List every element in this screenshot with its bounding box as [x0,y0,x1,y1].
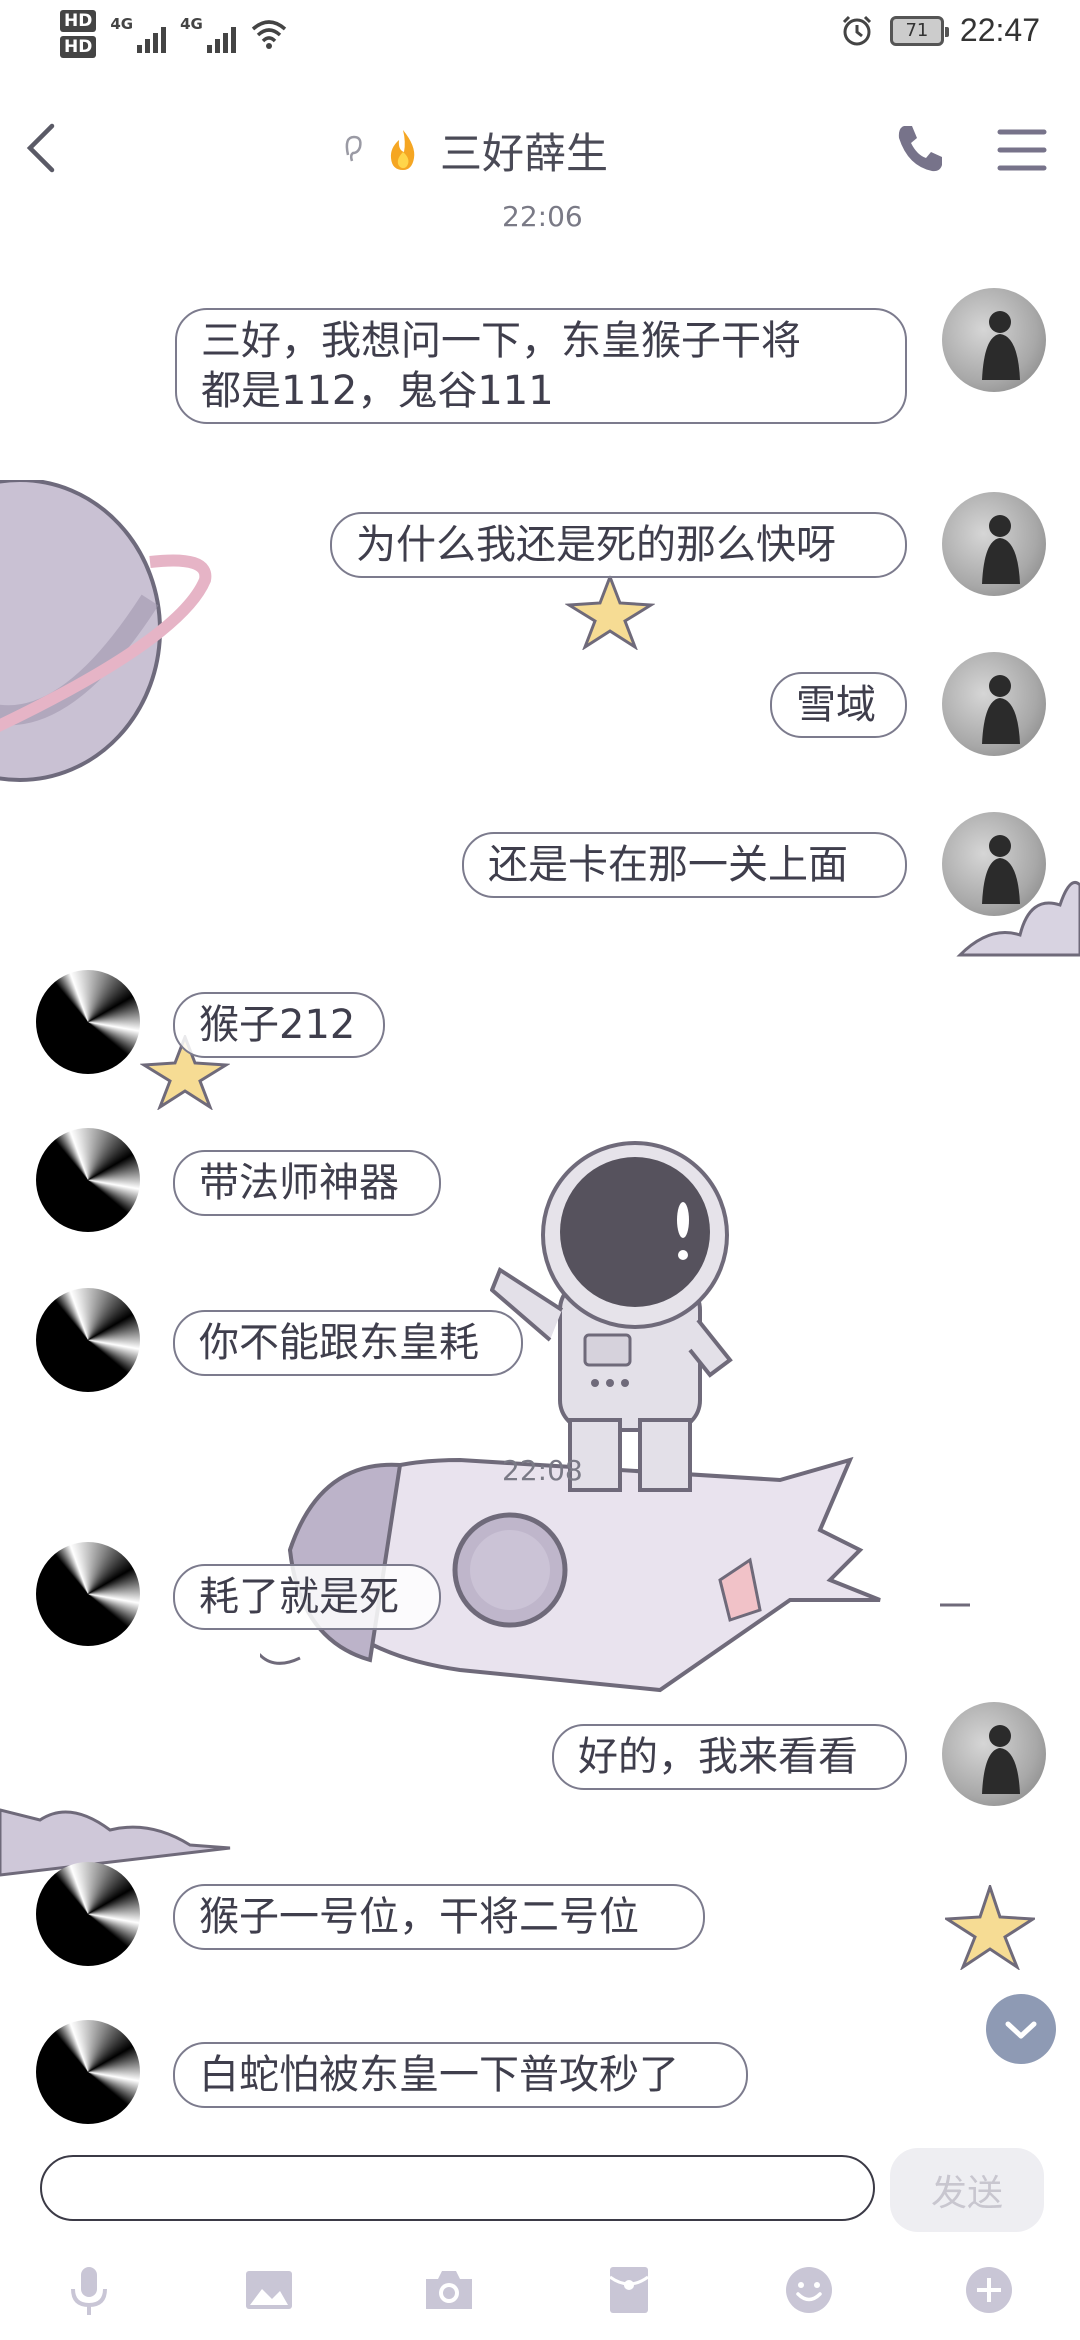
hd-badge-1: HD [60,10,97,32]
star-decoration [945,1885,1035,1970]
send-button[interactable]: 发送 [890,2148,1044,2232]
timestamp: 22:06 [502,200,583,233]
message-bubble-received[interactable]: 带法师神器 [173,1150,441,1216]
chat-title-group[interactable]: 三好薛生 [340,118,608,182]
avatar-self[interactable] [942,492,1046,596]
camera-icon[interactable] [420,2261,478,2319]
ear-icon [345,135,362,162]
hd-indicators: HD HD [60,10,97,58]
status-bar-left: HD HD 4G 4G [60,10,288,58]
wifi-icon [251,20,286,49]
message-bubble-received[interactable]: 耗了就是死 [173,1564,441,1630]
battery-indicator: 71 [889,15,949,46]
message-bubble-received[interactable]: 你不能跟东皇耗 [173,1310,523,1376]
image-icon[interactable] [240,2261,298,2319]
avatar-self[interactable] [942,1702,1046,1806]
emoji-icon[interactable] [780,2261,838,2319]
message-bubble-sent[interactable]: 好的，我来看看 [552,1724,907,1790]
planet-illustration [0,480,212,782]
message-bubble-received[interactable]: 猴子212 [173,992,385,1058]
avatar-self[interactable] [942,652,1046,756]
menu-icon[interactable] [992,120,1052,180]
message-bubble-sent[interactable]: 三好，我想问一下，东皇猴子干将 都是112，鬼谷111 [175,308,907,424]
status-clock: 22:47 [959,12,1040,48]
avatar-contact[interactable] [36,970,140,1074]
alarm-clock-icon [842,15,871,45]
plus-icon[interactable] [960,2261,1018,2319]
message-input[interactable] [40,2155,875,2221]
chat-title: 三好薛生 [440,128,609,178]
fire-icon [390,130,415,170]
microphone-icon[interactable] [60,2261,118,2319]
signal-sim1-icon: 4G [110,15,167,53]
star-decoration [565,575,655,650]
avatar-contact[interactable] [36,1542,140,1646]
message-bubble-received[interactable]: 白蛇怕被东皇一下普攻秒了 [173,2042,748,2108]
timestamp: 22:08 [502,1454,583,1487]
chevron-down-icon [1005,2021,1037,2039]
network-type-1: 4G [110,15,134,33]
avatar-contact[interactable] [36,2020,140,2124]
signal-sim2-icon: 4G [180,15,236,53]
status-bar: HD HD 4G 4G 71 22:47 [0,0,1080,80]
red-packet-icon[interactable] [600,2261,658,2319]
hd-badge-2: HD [60,36,97,58]
avatar-contact[interactable] [36,1288,140,1392]
input-toolbar [0,2245,1080,2340]
avatar-self[interactable] [942,288,1046,392]
message-bubble-received[interactable]: 猴子一号位，干将二号位 [173,1884,705,1950]
cloud-decoration [0,1808,231,1877]
message-bubble-sent[interactable]: 还是卡在那一关上面 [462,832,907,898]
phone-call-icon[interactable] [890,118,950,178]
back-arrow-icon[interactable] [14,118,74,178]
status-bar-right: 71 22:47 [840,12,1040,49]
chat-header: 三好薛生 [0,100,1080,200]
message-bubble-sent[interactable]: 为什么我还是死的那么快呀 [330,512,907,578]
avatar-contact[interactable] [36,1128,140,1232]
network-type-2: 4G [180,15,203,33]
message-bubble-sent[interactable]: 雪域 [770,672,907,738]
avatar-self[interactable] [942,812,1046,916]
scroll-to-bottom-button[interactable] [986,1994,1056,2064]
avatar-contact[interactable] [36,1862,140,1966]
